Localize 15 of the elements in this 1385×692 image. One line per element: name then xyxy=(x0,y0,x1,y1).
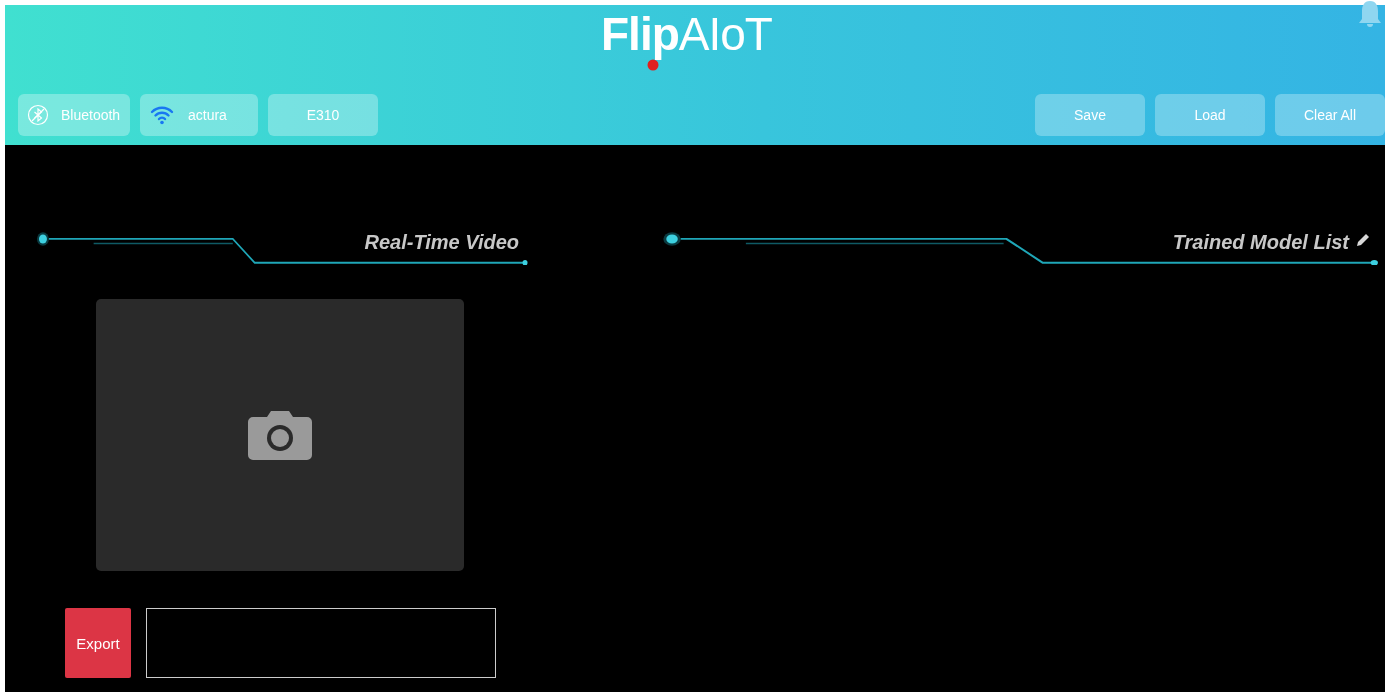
section-title: Trained Model List xyxy=(1172,231,1349,254)
toolbar-button[interactable]: Clear All xyxy=(1275,94,1385,136)
dot-icon xyxy=(647,59,659,71)
device-button[interactable]: E310 xyxy=(268,94,378,136)
section-title: Real-Time Video xyxy=(364,231,519,254)
toolbar-button[interactable]: Load xyxy=(1155,94,1265,136)
toolbar-button[interactable]: Save xyxy=(1035,94,1145,136)
device-button[interactable]: actura xyxy=(140,94,258,136)
wifi-icon xyxy=(150,105,174,125)
pencil-icon[interactable] xyxy=(1355,232,1371,248)
export-button[interactable]: Export xyxy=(65,608,131,678)
input-field[interactable] xyxy=(146,608,496,678)
bluetooth-icon xyxy=(27,104,49,126)
device-button[interactable]: Bluetooth xyxy=(18,94,130,136)
camera-icon[interactable] xyxy=(247,409,313,461)
